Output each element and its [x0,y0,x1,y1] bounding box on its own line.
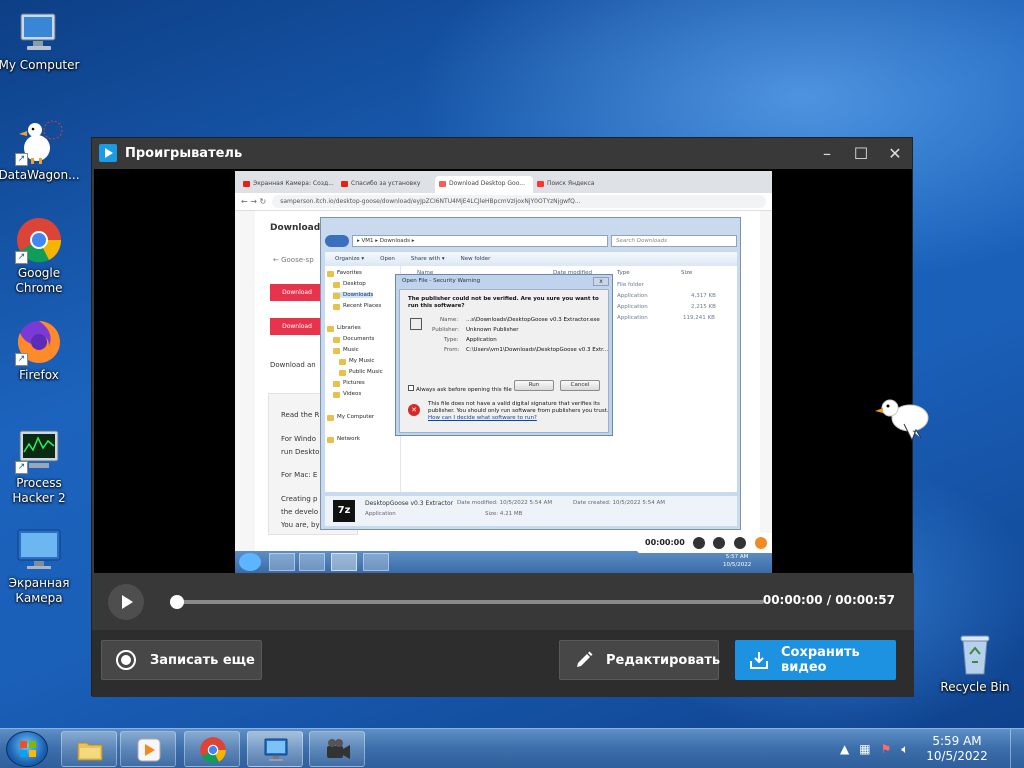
close-icon[interactable]: ✕ [878,138,912,168]
taskbar-media-player[interactable] [120,731,176,767]
taskbar-clock[interactable]: 5:59 AM 10/5/2022 [922,734,992,764]
captured-frame: Экранная Камера: Созд... Спасибо за уста… [235,171,772,573]
captured-recorder-widget: 00:00:00 [637,533,772,553]
record-icon [116,650,136,670]
recycle-bin-icon [951,630,999,678]
goose-icon: ↗ [15,118,63,166]
captured-address-bar: ← → ↻ samperson.itch.io/desktop-goose/do… [235,193,772,211]
player-logo-icon [99,144,117,162]
captured-tab-active: Download Desktop Goo... [435,176,533,193]
7zip-icon: 7z [333,500,355,522]
captured-explorer-window: ▸ VM1 ▸ Downloads ▸ Search Downloads Org… [320,217,741,530]
video-area[interactable]: Экранная Камера: Созд... Спасибо за уста… [94,169,912,573]
desktop-icon-screen-camera[interactable]: Экранная Камера [0,526,80,606]
system-tray: ▲ ▦ ⚑ 🔈︎ [840,735,909,763]
desktop-icon-firefox[interactable]: ↗ Firefox [0,318,80,383]
screen-camera-icon [15,526,63,574]
player-title-bar: Проигрыватель – ☐ ✕ [92,138,912,168]
playback-time: 00:00:00 / 00:00:57 [762,593,895,607]
explorer-icon [76,736,104,764]
player-controls: 00:00:00 / 00:00:57 [92,574,914,630]
captured-tab: Спасибо за установку [337,176,435,193]
pencil-icon [574,650,594,670]
desktop-icon-datawagon[interactable]: ↗ DataWagon... [0,118,80,183]
show-desktop-button[interactable] [1010,729,1024,768]
flag-alert-icon[interactable]: ⚑ [881,742,892,756]
taskbar-screen-camera[interactable] [309,731,365,767]
computer-icon [15,8,63,56]
save-video-button[interactable]: Сохранить видео [735,640,896,680]
tray-expand-icon[interactable]: ▲ [840,742,849,756]
goose-sprite [874,394,932,442]
chrome-icon: ↗ [15,216,63,264]
desktop-icon-recycle-bin[interactable]: Recycle Bin [934,630,1016,695]
captured-tab: Поиск Яндекса [533,176,631,193]
desktop-icon-process-hacker[interactable]: ↗ Process Hacker 2 [0,426,80,506]
chrome-icon [199,736,227,764]
taskbar-remote-desktop[interactable] [247,731,303,767]
remote-desktop-icon [262,736,290,764]
player-title: Проигрыватель [125,145,243,161]
taskbar-chrome[interactable] [184,731,240,767]
maximize-icon[interactable]: ☐ [844,138,878,168]
taskbar-explorer[interactable] [61,731,117,767]
taskbar: ▲ ▦ ⚑ 🔈︎ 5:59 AM 10/5/2022 [0,728,1024,768]
seek-thumb[interactable] [170,595,184,609]
download-icon [749,650,769,670]
play-button[interactable] [108,584,144,620]
start-button[interactable] [6,731,48,767]
windows-logo-icon [20,741,36,757]
captured-browser-tabs: Экранная Камера: Созд... Спасибо за уста… [235,171,772,193]
captured-security-dialog: Open File - Security Warning x The publi… [395,274,613,436]
captured-tab: Экранная Камера: Созд... [239,176,337,193]
volume-icon[interactable]: 🔈︎ [901,742,908,757]
captured-page: Download ← Goose-sp Download Download Do… [235,211,772,551]
firefox-icon: ↗ [15,318,63,366]
camera-icon [324,736,352,764]
seek-bar[interactable] [170,595,764,609]
process-hacker-icon: ↗ [15,426,63,474]
media-player-icon [135,736,163,764]
record-again-button[interactable]: Записать еще [101,640,262,680]
edit-button[interactable]: Редактировать [559,640,720,680]
desktop-icon-chrome[interactable]: ↗ Google Chrome [0,216,80,296]
network-icon[interactable]: ▦ [859,742,870,756]
desktop-icon-my-computer[interactable]: My Computer [0,8,80,73]
player-window: Проигрыватель – ☐ ✕ Экранная Камера: Соз… [91,137,914,697]
captured-taskbar: 5:57 AM 10/5/2022 [235,551,772,573]
player-action-bar: Записать еще Редактировать Сохранить вид… [92,630,914,697]
minimize-icon[interactable]: – [810,138,844,168]
